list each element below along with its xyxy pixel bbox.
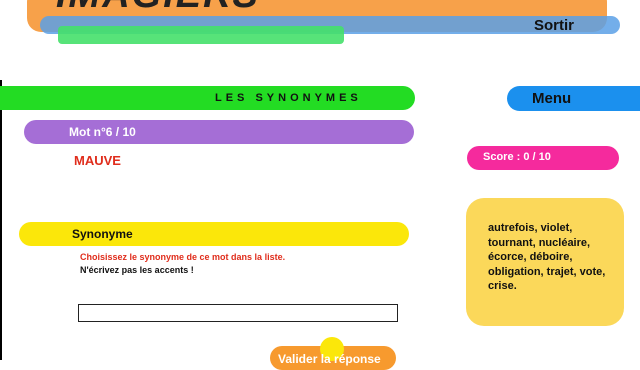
word-number-label: Mot n°6 / 10 [69, 125, 136, 139]
synonym-header: Synonyme [72, 227, 133, 241]
left-border-line [0, 80, 2, 360]
exit-button[interactable]: Sortir [534, 17, 574, 34]
menu-label[interactable]: Menu [532, 90, 571, 107]
header-accent-bar [58, 26, 344, 44]
answer-input[interactable] [78, 304, 398, 322]
app-logo: IMAGIERS [56, 0, 260, 17]
menu-button[interactable] [507, 86, 640, 111]
accent-note: N'écrivez pas les accents ! [80, 265, 194, 275]
score-label: Score : 0 / 10 [483, 151, 551, 163]
instruction-text: Choisissez le synonyme de ce mot dans la… [80, 252, 286, 262]
target-word: MAUVE [74, 153, 121, 168]
section-title: LES SYNONYMES [215, 92, 362, 104]
validate-label[interactable]: Valider la réponse [278, 352, 381, 366]
word-list: autrefois, violet, tournant, nucléaire, … [488, 222, 606, 292]
